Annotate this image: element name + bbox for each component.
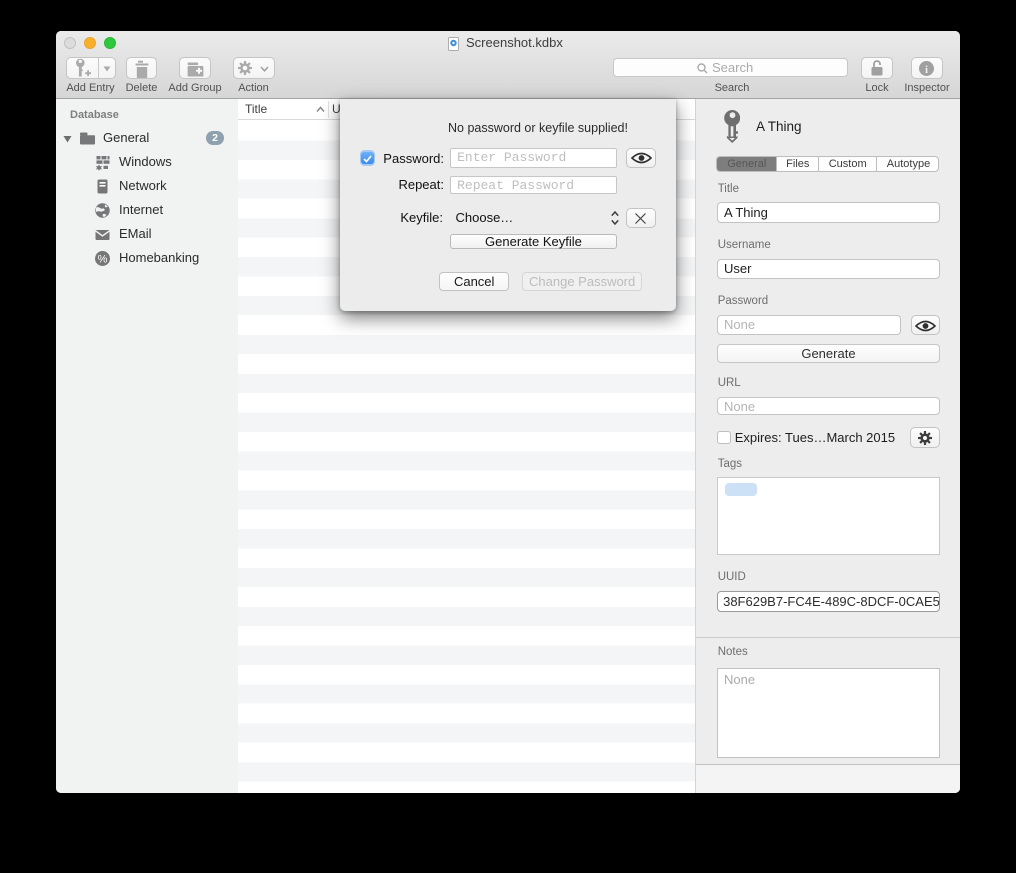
svg-text:i: i (925, 64, 928, 76)
svg-text:%: % (98, 254, 108, 266)
